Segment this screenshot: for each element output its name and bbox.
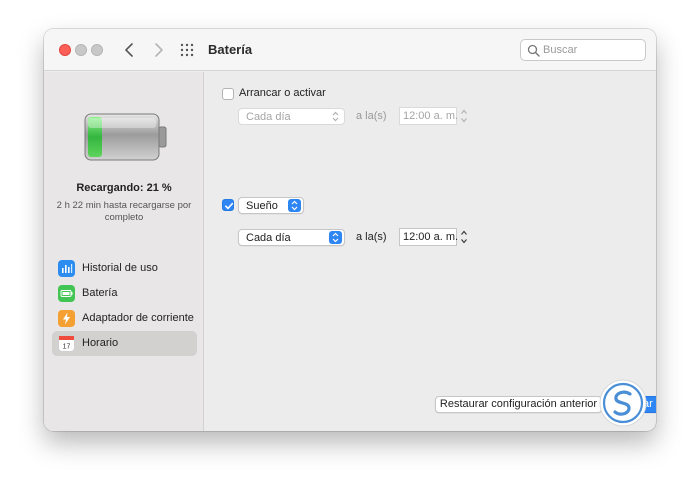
- battery-status-icon: [84, 113, 167, 161]
- sleep-action-select[interactable]: Sueño: [238, 197, 304, 214]
- checkmark-icon: [225, 202, 234, 210]
- back-button[interactable]: [120, 40, 140, 60]
- sleep-time-field[interactable]: 12:00 a. m.: [399, 228, 459, 246]
- startup-label: Arrancar o activar: [239, 87, 326, 99]
- search-field[interactable]: [520, 39, 646, 61]
- schedule-pane: Arrancar o activar Cada día a la(s) 12:0…: [205, 72, 656, 431]
- restore-defaults-button[interactable]: Restaurar configuración anterior: [435, 396, 602, 413]
- search-input[interactable]: [543, 43, 641, 57]
- startup-frequency-value: Cada día: [246, 111, 291, 123]
- close-button[interactable]: [59, 44, 71, 56]
- sidebar-item-battery[interactable]: Batería: [52, 281, 197, 306]
- sleep-frequency-value: Cada día: [246, 232, 291, 244]
- sidebar-item-label: Historial de uso: [82, 262, 158, 274]
- chevron-updown-icon: [288, 199, 301, 212]
- battery-icon: [58, 285, 75, 302]
- sidebar: Recargando: 21 % 2 h 22 min hasta recarg…: [44, 72, 204, 431]
- zoom-button[interactable]: [91, 44, 103, 56]
- sidebar-item-label: Batería: [82, 287, 118, 299]
- sleep-time-stepper[interactable]: [459, 228, 469, 246]
- sleep-action-value: Sueño: [246, 200, 278, 212]
- svg-text:17: 17: [63, 344, 71, 351]
- sidebar-item-power-adapter[interactable]: Adaptador de corriente: [52, 306, 197, 331]
- preferences-window: Batería Buscar Recargando: 21 % 2 h 22 m…: [44, 29, 656, 431]
- bar-chart-icon: [58, 260, 75, 277]
- minimize-button[interactable]: [75, 44, 87, 56]
- grid-icon: [180, 43, 194, 57]
- sleep-checkbox[interactable]: [222, 199, 234, 211]
- chevron-left-icon: [125, 43, 133, 57]
- calendar-icon: 17: [58, 335, 75, 352]
- startup-time-field[interactable]: 12:00 a. m.: [399, 107, 459, 125]
- sidebar-item-label: Horario: [82, 337, 119, 349]
- lightning-icon: [58, 310, 75, 327]
- chevron-right-icon: [155, 43, 163, 57]
- forward-button[interactable]: [148, 40, 168, 60]
- sleep-time-value: 12:00 a. m.: [403, 231, 459, 243]
- startup-at-label: a la(s): [356, 110, 387, 122]
- charge-time-remaining: 2 h 22 min hasta recargarse por completo: [56, 200, 192, 223]
- startup-time-stepper[interactable]: [459, 107, 469, 125]
- startup-checkbox[interactable]: [222, 88, 234, 100]
- sleep-at-label: a la(s): [356, 231, 387, 243]
- search-icon: [527, 44, 540, 57]
- charge-status: Recargando: 21 %: [76, 182, 172, 194]
- sidebar-item-usage-history[interactable]: Historial de uso: [52, 256, 197, 281]
- sleep-frequency-select[interactable]: Cada día: [238, 229, 345, 246]
- sidebar-item-schedule[interactable]: 17 Horario: [52, 331, 197, 356]
- sidebar-nav: Historial de uso Batería Adaptador de co…: [52, 256, 197, 356]
- show-all-button[interactable]: [180, 43, 194, 57]
- startup-frequency-select[interactable]: Cada día: [238, 108, 345, 125]
- title-bar: Batería: [44, 29, 656, 71]
- chevron-updown-icon: [329, 231, 342, 244]
- startup-time-value: 12:00 a. m.: [403, 110, 459, 122]
- site-logo-watermark: [599, 379, 647, 427]
- sidebar-item-label: Adaptador de corriente: [82, 312, 194, 324]
- chevron-updown-icon: [332, 111, 339, 122]
- window-title: Batería: [208, 42, 253, 57]
